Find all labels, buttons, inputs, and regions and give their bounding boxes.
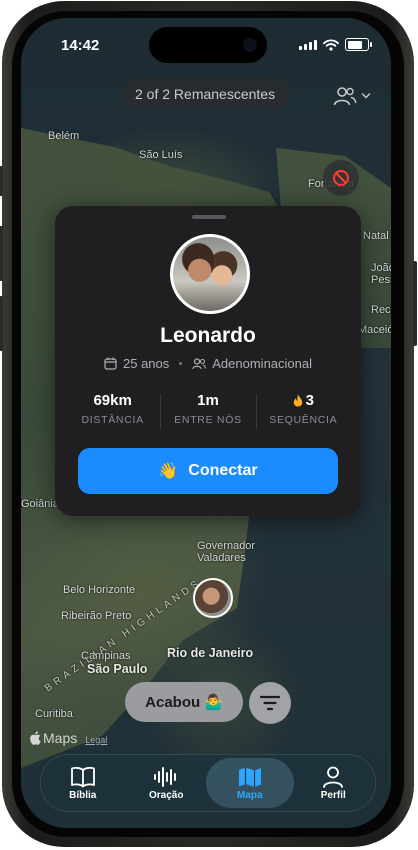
tab-label: Mapa bbox=[236, 789, 263, 801]
legal-link[interactable]: Legal bbox=[85, 735, 107, 745]
separator-dot bbox=[179, 362, 183, 365]
age-text: 25 anos bbox=[123, 356, 170, 371]
tab-label: Oração bbox=[149, 789, 184, 801]
stat-distance: 69km DISTÂNCIA bbox=[65, 392, 160, 432]
map-icon bbox=[238, 767, 261, 787]
volume-up-button bbox=[0, 226, 3, 281]
stat-value: 1m bbox=[197, 392, 219, 409]
connect-label: Conectar bbox=[188, 462, 258, 479]
avatar bbox=[170, 234, 250, 314]
city-label: Governador bbox=[197, 540, 256, 552]
denomination-text: Adenominacional bbox=[212, 356, 312, 371]
city-label: Rio de Janeiro bbox=[167, 646, 254, 660]
waveform-icon bbox=[154, 766, 177, 787]
maps-brand: Maps bbox=[43, 730, 78, 746]
battery-icon bbox=[345, 38, 372, 51]
profile-name: Leonardo bbox=[160, 324, 256, 347]
city-label: João bbox=[371, 262, 391, 274]
wave-emoji: 👋 bbox=[158, 463, 179, 480]
signal-icon bbox=[299, 39, 317, 50]
profile-meta: 25 anos Adenominacional bbox=[55, 356, 361, 371]
stat-streak: 3 SEQUÊNCIA bbox=[255, 392, 351, 432]
tab-oracao[interactable]: Oração bbox=[125, 755, 209, 811]
filter-button[interactable] bbox=[249, 682, 291, 724]
city-label: São Paulo bbox=[87, 662, 148, 676]
connect-button[interactable]: 👋 Conectar bbox=[78, 448, 338, 494]
tab-biblia[interactable]: Bíblia bbox=[41, 755, 125, 811]
stat-label: SEQUÊNCIA bbox=[269, 414, 338, 426]
prohibited-icon bbox=[333, 170, 349, 186]
city-label: Belém bbox=[48, 130, 80, 142]
calendar-icon bbox=[104, 357, 117, 370]
tab-mapa[interactable]: Mapa bbox=[206, 755, 293, 811]
filter-icon bbox=[260, 695, 280, 711]
wifi-icon bbox=[323, 38, 339, 51]
city-label: Natal bbox=[363, 230, 389, 242]
city-label: Valadares bbox=[197, 552, 246, 564]
city-label: Maceió bbox=[358, 324, 391, 336]
tab-label: Perfil bbox=[320, 789, 346, 801]
status-icons bbox=[299, 38, 372, 51]
city-label: Ribeirão Preto bbox=[61, 610, 132, 622]
person-icon bbox=[323, 766, 344, 788]
tab-label: Bíblia bbox=[69, 789, 97, 801]
people-menu-button[interactable] bbox=[333, 86, 371, 106]
action-button bbox=[0, 166, 3, 196]
acabou-label: Acabou bbox=[145, 693, 201, 711]
apple-logo-icon bbox=[30, 731, 41, 745]
city-label: Pessoa bbox=[371, 274, 391, 286]
profile-card: Leonardo 25 anos Adenominacional 69km DI… bbox=[55, 206, 361, 516]
stat-label: DISTÂNCIA bbox=[81, 414, 144, 426]
camera-icon bbox=[243, 38, 257, 52]
flame-icon bbox=[293, 394, 302, 407]
city-label: Belo Horizonte bbox=[63, 584, 136, 596]
block-button[interactable] bbox=[323, 160, 359, 196]
chevron-down-icon bbox=[361, 93, 371, 99]
city-label: Goiânia bbox=[21, 498, 59, 510]
stat-label: ENTRE NÓS bbox=[174, 414, 242, 426]
acabou-button[interactable]: Acabou 🤷‍♂️ bbox=[125, 682, 243, 722]
maps-attribution: Maps Legal bbox=[29, 730, 107, 746]
people-icon bbox=[333, 87, 357, 106]
volume-down-button bbox=[0, 296, 3, 351]
city-label: São Luís bbox=[139, 149, 183, 161]
remaining-pill: 2 of 2 Remanescentes bbox=[121, 78, 290, 110]
stat-value: 3 bbox=[305, 392, 314, 409]
power-button bbox=[413, 261, 417, 346]
shrug-emoji: 🤷‍♂️ bbox=[204, 694, 223, 711]
status-time: 14:42 bbox=[61, 37, 100, 54]
drag-handle[interactable] bbox=[192, 215, 226, 219]
stat-between: 1m ENTRE NÓS bbox=[160, 392, 255, 432]
city-label: Recife bbox=[371, 304, 391, 316]
screen: BelémSão LuísFortalezaNatalJoãoPessoaRec… bbox=[21, 18, 391, 828]
tab-perfil[interactable]: Perfil bbox=[292, 755, 376, 811]
stats-row: 69km DISTÂNCIA 1m ENTRE NÓS 3 SEQUÊNCIA bbox=[65, 392, 351, 432]
stat-value: 69km bbox=[93, 392, 132, 409]
user-map-pin[interactable] bbox=[193, 578, 233, 618]
dynamic-island bbox=[149, 27, 267, 63]
book-icon bbox=[70, 766, 95, 787]
people-icon bbox=[192, 357, 207, 369]
tab-bar: Bíblia Oração Mapa Perfil bbox=[40, 754, 376, 812]
city-label: Curitiba bbox=[35, 708, 73, 720]
